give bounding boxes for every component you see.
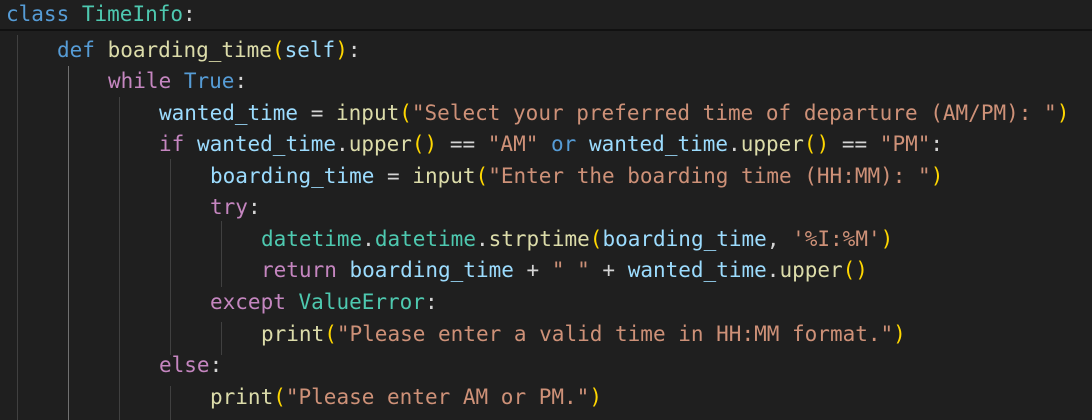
keyword: except [210,290,286,314]
bracket: ) [893,322,906,346]
keyword: if [159,132,185,156]
string-literal: "Please enter AM or PM." [285,385,590,409]
string-literal: "Enter the boarding time (HH:MM): " [488,164,931,188]
string-literal: "PM" [879,132,931,156]
punctuation: . [362,227,375,251]
bracket: ) [930,164,944,188]
bracket: () [411,132,438,156]
bracket: ) [880,227,894,251]
function-call: input [336,101,400,125]
function-name: boarding_time [107,38,272,62]
variable: wanted_time [627,258,767,282]
punctuation: . [336,132,349,156]
string-literal: "AM" [487,132,539,156]
string-literal: "Please enter a valid time in HH:MM form… [336,322,894,346]
bracket: ( [271,38,285,62]
punctuation: : [930,132,944,156]
method-call: upper [348,132,412,156]
code-line-12[interactable]: else: [0,350,1092,381]
keyword: def [57,38,95,62]
code-line-10[interactable]: except ValueError: [0,287,1092,318]
operator: == [829,132,880,156]
module-name: datetime [261,227,363,251]
code-line-7[interactable]: try: [0,192,1092,223]
punctuation: : [234,69,248,93]
punctuation: . [475,227,489,251]
bracket: ) [589,385,602,409]
punctuation: : [247,195,261,219]
method-call: upper [779,258,843,282]
code-line-1[interactable]: class TimeInfo: [0,0,1092,30]
string-literal: " " [551,258,590,282]
variable: boarding_time [349,258,514,282]
bracket: () [803,132,830,156]
keyword: try [210,195,248,219]
exception-class: ValueError [298,290,425,314]
operator: + [589,258,628,282]
bracket: ( [324,322,337,346]
string-literal: '%I:%M' [792,227,881,251]
keyword: or [551,132,577,156]
code-line-6[interactable]: boarding_time = input("Enter the boardin… [0,161,1092,192]
operator: = [298,101,337,125]
method-call: upper [740,132,804,156]
keyword: return [261,258,337,282]
function-call: print [261,322,325,346]
variable: wanted_time [588,132,729,156]
code-line-5[interactable]: if wanted_time.upper() == "AM" or wanted… [0,129,1092,160]
bracket: ( [589,227,603,251]
variable: boarding_time [210,164,375,188]
operator: = [374,164,413,188]
bracket: ) [335,38,348,62]
code-line-3[interactable]: while True: [0,66,1092,97]
method-call: strptime [488,227,590,251]
variable: boarding_time [602,227,767,251]
code-line-2[interactable]: def boarding_time(self): [0,35,1092,66]
class-name: datetime [374,227,476,251]
bracket: () [842,258,868,282]
punctuation: . [728,132,741,156]
bracket: ( [273,385,286,409]
variable: wanted_time [196,132,337,156]
keyword: else [159,353,210,377]
code-line-13[interactable]: print("Please enter AM or PM.") [0,382,1092,413]
bracket: ) [1056,101,1070,125]
punctuation: : [424,290,438,314]
code-line-8[interactable]: datetime.datetime.strptime(boarding_time… [0,224,1092,255]
bracket: ( [399,101,412,125]
punctuation: , [766,227,793,251]
punctuation: : [183,2,196,26]
function-call: print [210,385,274,409]
punctuation: : [347,38,361,62]
operator: == [437,132,488,156]
constant: True [183,69,235,93]
code-line-4[interactable]: wanted_time = input("Select your preferr… [0,98,1092,129]
bracket: ( [475,164,489,188]
parameter: self [284,38,336,62]
function-call: input [412,164,476,188]
code-editor[interactable]: class TimeInfo: def boarding_time(self):… [0,0,1092,420]
code-line-9[interactable]: return boarding_time + " " + wanted_time… [0,255,1092,286]
keyword: class [6,2,70,26]
keyword: while [108,69,172,93]
class-name: TimeInfo [81,2,184,26]
punctuation: : [209,353,223,377]
operator: + [513,258,552,282]
string-literal: "Select your preferred time of departure… [411,101,1057,125]
code-line-11[interactable]: print("Please enter a valid time in HH:M… [0,319,1092,350]
punctuation: . [766,258,780,282]
variable: wanted_time [159,101,299,125]
